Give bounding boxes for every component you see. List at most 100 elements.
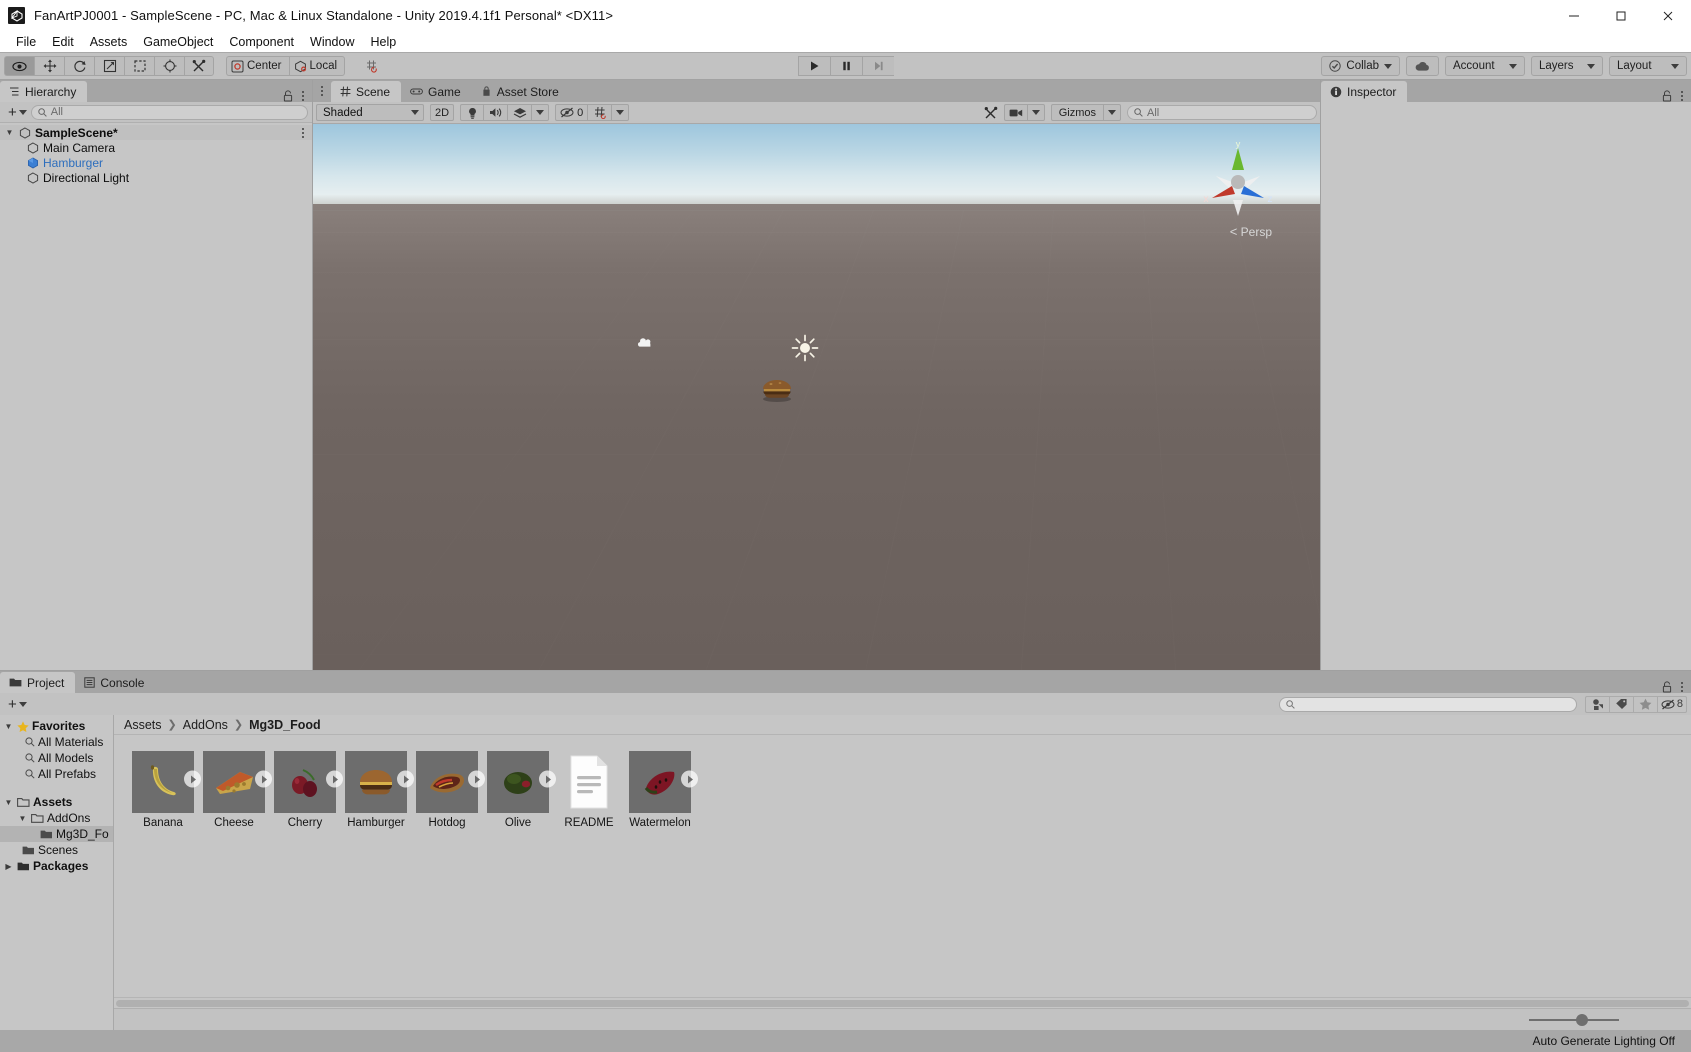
transform-tool-icon[interactable] <box>154 56 184 76</box>
rect-tool-icon[interactable] <box>124 56 154 76</box>
project-tree-item-all-materials[interactable]: All Materials <box>0 734 113 750</box>
hierarchy-row-menu-icon[interactable] <box>302 127 304 138</box>
project-tree-item-assets[interactable]: ▼ Assets <box>0 794 113 810</box>
thumbnail-size-slider[interactable] <box>1529 1013 1619 1026</box>
grid-snap-icon[interactable] <box>357 56 388 76</box>
coordinate-space-button[interactable]: Local <box>288 56 346 76</box>
scene-hidden-objects-button[interactable]: 0 <box>555 104 589 121</box>
project-tree-item-packages[interactable]: ▶ Packages <box>0 858 113 874</box>
scene-grid-visibility-icon[interactable] <box>588 104 613 121</box>
project-tree-item-addons[interactable]: ▼ AddOns <box>0 810 113 826</box>
menu-file[interactable]: File <box>8 32 44 52</box>
main-camera-gizmo[interactable] <box>637 336 659 355</box>
menu-edit[interactable]: Edit <box>44 32 82 52</box>
tab-scene[interactable]: Scene <box>331 81 402 102</box>
asset-item-readme[interactable]: README <box>558 751 620 829</box>
step-button[interactable] <box>861 56 894 76</box>
scale-tool-icon[interactable] <box>94 56 124 76</box>
create-object-button[interactable]: + <box>4 105 27 120</box>
hierarchy-search-input[interactable]: All <box>30 104 308 120</box>
asset-expand-icon[interactable] <box>539 770 556 788</box>
expand-triangle-icon[interactable]: ▶ <box>3 862 14 871</box>
project-tree-item-all-models[interactable]: All Models <box>0 750 113 766</box>
project-tree-item-favorites[interactable]: ▼ Favorites <box>0 718 113 734</box>
menu-window[interactable]: Window <box>302 32 362 52</box>
hand-tool-icon[interactable] <box>4 56 34 76</box>
gizmos-dropdown[interactable] <box>1104 104 1121 121</box>
scene-view-mode-label[interactable]: < Persp <box>1230 224 1272 239</box>
play-button[interactable] <box>797 56 830 76</box>
breadcrumb-assets[interactable]: Assets <box>124 718 162 732</box>
asset-item-watermelon[interactable]: Watermelon <box>629 751 698 829</box>
scene-audio-icon[interactable] <box>484 104 509 121</box>
scene-tools-icon[interactable] <box>978 104 1004 121</box>
asset-expand-icon[interactable] <box>184 770 201 788</box>
project-tree-item-scenes[interactable]: Scenes <box>0 842 113 858</box>
hamburger-model[interactable] <box>758 376 796 405</box>
account-button[interactable]: Account <box>1445 56 1525 76</box>
asset-item-olive[interactable]: Olive <box>487 751 556 829</box>
pivot-mode-button[interactable]: Center <box>226 56 289 76</box>
scene-grid-dropdown[interactable] <box>612 104 630 121</box>
expand-triangle-icon[interactable]: ▼ <box>3 798 14 807</box>
filter-by-type-icon[interactable] <box>1584 695 1609 713</box>
expand-triangle-icon[interactable]: ▼ <box>17 814 28 823</box>
asset-expand-icon[interactable] <box>468 770 485 788</box>
hierarchy-item-main-camera[interactable]: Main Camera <box>0 140 312 155</box>
scene-fx-dropdown[interactable] <box>532 104 550 121</box>
asset-thumbnail[interactable] <box>558 751 620 813</box>
tab-inspector[interactable]: Inspector <box>1321 81 1408 102</box>
scene-camera-icon[interactable] <box>1003 104 1028 121</box>
scene-panel-menu-icon[interactable] <box>313 80 331 102</box>
scene-search-input[interactable]: All <box>1127 105 1317 120</box>
hierarchy-item-samplescene[interactable]: ▼ SampleScene* <box>0 125 312 140</box>
layers-button[interactable]: Layers <box>1531 56 1603 76</box>
hierarchy-menu-icon[interactable] <box>302 91 304 101</box>
asset-grid-scrollbar[interactable] <box>114 997 1691 1008</box>
asset-item-hotdog[interactable]: Hotdog <box>416 751 485 829</box>
filter-by-label-icon[interactable] <box>1608 695 1633 713</box>
layout-button[interactable]: Layout <box>1609 56 1687 76</box>
project-search-input[interactable] <box>1278 696 1577 712</box>
filter-favorites-icon[interactable] <box>1632 695 1657 713</box>
pause-button[interactable] <box>829 56 862 76</box>
custom-tool-icon[interactable] <box>184 56 214 76</box>
inspector-menu-icon[interactable] <box>1681 91 1683 101</box>
asset-item-hamburger[interactable]: Hamburger <box>345 751 414 829</box>
asset-item-banana[interactable]: Banana <box>132 751 201 829</box>
move-tool-icon[interactable] <box>34 56 64 76</box>
tab-asset-store[interactable]: Asset Store <box>471 81 570 102</box>
menu-assets[interactable]: Assets <box>82 32 136 52</box>
breadcrumb-current[interactable]: Mg3D_Food <box>249 718 321 732</box>
gizmos-button[interactable]: Gizmos <box>1050 104 1104 121</box>
asset-expand-icon[interactable] <box>326 770 343 788</box>
collab-button[interactable]: Collab <box>1321 56 1400 76</box>
asset-expand-icon[interactable] <box>397 770 414 788</box>
asset-expand-icon[interactable] <box>681 770 698 788</box>
asset-expand-icon[interactable] <box>255 770 272 788</box>
menu-component[interactable]: Component <box>221 32 302 52</box>
minimize-button[interactable] <box>1550 0 1597 32</box>
tab-game[interactable]: Game <box>401 81 472 102</box>
expand-triangle-icon[interactable]: ▼ <box>3 722 14 731</box>
project-hidden-count-button[interactable]: 8 <box>1656 695 1687 713</box>
scene-axis-gizmo[interactable]: y x z <box>1198 139 1278 222</box>
expand-triangle-icon[interactable]: ▼ <box>4 128 15 137</box>
cloud-button[interactable] <box>1406 56 1439 76</box>
tab-console[interactable]: Console <box>75 672 156 693</box>
asset-item-cherry[interactable]: Cherry <box>274 751 343 829</box>
menu-help[interactable]: Help <box>362 32 404 52</box>
asset-item-cheese[interactable]: Cheese <box>203 751 272 829</box>
close-button[interactable] <box>1644 0 1691 32</box>
maximize-button[interactable] <box>1597 0 1644 32</box>
scene-viewport[interactable]: y x z < Persp <box>313 124 1320 670</box>
draw-mode-dropdown[interactable]: Shaded <box>316 104 424 121</box>
tab-hierarchy[interactable]: Hierarchy <box>0 81 88 102</box>
project-tree-item-mg3d-food[interactable]: Mg3D_Fo <box>0 826 113 842</box>
hierarchy-item-directional-light[interactable]: Directional Light <box>0 170 312 185</box>
scene-lighting-icon[interactable] <box>460 104 485 121</box>
project-menu-icon[interactable] <box>1681 682 1683 692</box>
rotate-tool-icon[interactable] <box>64 56 94 76</box>
scene-fx-icon[interactable] <box>508 104 533 121</box>
menu-gameobject[interactable]: GameObject <box>135 32 221 52</box>
